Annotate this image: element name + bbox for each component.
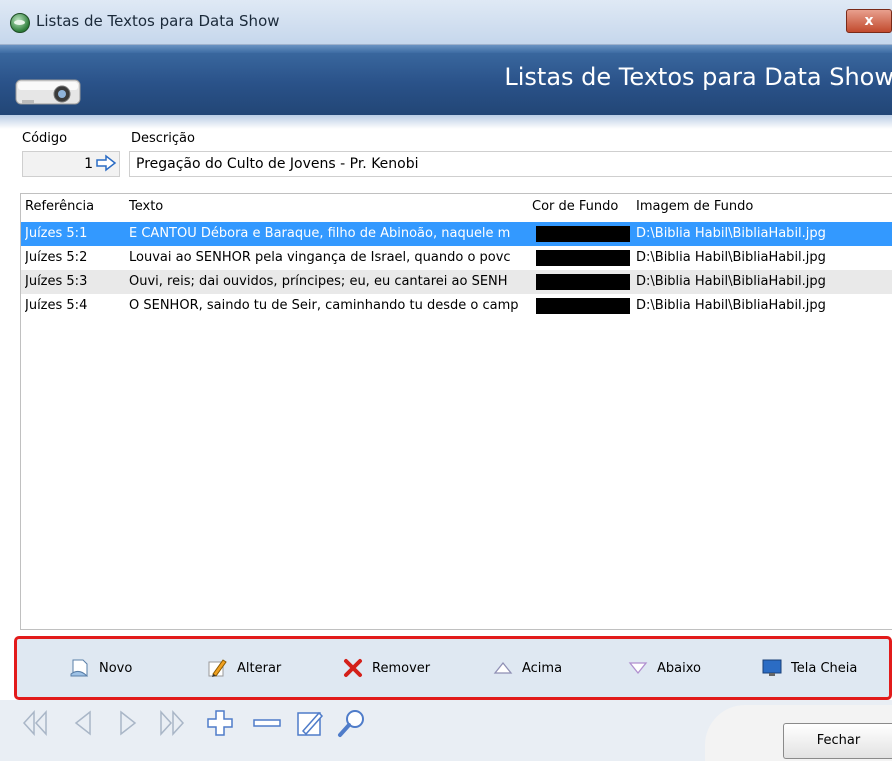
abaixo-button[interactable]: Abaixo: [627, 657, 701, 679]
remove-icon[interactable]: [251, 708, 283, 738]
acima-button[interactable]: Acima: [492, 657, 562, 679]
fechar-button[interactable]: Fechar: [783, 723, 892, 759]
cell-imagem-de-fundo: D:\Biblia Habil\BibliaHabil.jpg: [636, 226, 826, 241]
cell-texto: E CANTOU Débora e Baraque, filho de Abin…: [129, 226, 511, 241]
next-icon[interactable]: [115, 708, 141, 738]
title-bar: Listas de Textos para Data Show x: [0, 0, 892, 45]
remover-label: Remover: [372, 660, 431, 676]
action-toolbar: Novo Alterar Remover Acima Abaixo Tela C…: [14, 636, 892, 700]
cell-referencia: Juízes 5:4: [25, 298, 88, 313]
cell-imagem-de-fundo: D:\Biblia Habil\BibliaHabil.jpg: [636, 274, 826, 289]
novo-label: Novo: [99, 660, 133, 676]
alterar-label: Alterar: [237, 660, 282, 676]
edit-icon[interactable]: [295, 708, 325, 738]
abaixo-label: Abaixo: [657, 660, 701, 676]
cell-cor-de-fundo: [536, 250, 630, 266]
prior-icon[interactable]: [70, 708, 96, 738]
pencil-icon: [208, 659, 227, 677]
grid-header: Referência Texto Cor de Fundo Imagem de …: [21, 194, 892, 218]
text-list-grid[interactable]: Referência Texto Cor de Fundo Imagem de …: [20, 193, 892, 630]
table-row[interactable]: Juízes 5:2 Louvai ao SENHOR pela vinganç…: [21, 246, 892, 270]
column-header-referencia[interactable]: Referência: [25, 199, 94, 214]
descricao-label: Descrição: [131, 131, 195, 146]
column-header-imagem-de-fundo[interactable]: Imagem de Fundo: [636, 199, 753, 214]
cell-imagem-de-fundo: D:\Biblia Habil\BibliaHabil.jpg: [636, 298, 826, 313]
last-icon[interactable]: [155, 708, 187, 738]
cell-imagem-de-fundo: D:\Biblia Habil\BibliaHabil.jpg: [636, 250, 826, 265]
cell-referencia: Juízes 5:3: [25, 274, 88, 289]
monitor-icon: [762, 659, 782, 676]
banner-title: Listas de Textos para Data Show: [504, 63, 892, 91]
novo-button[interactable]: Novo: [69, 657, 132, 679]
cell-cor-de-fundo: [536, 274, 630, 290]
close-button[interactable]: x: [846, 9, 892, 33]
remover-button[interactable]: Remover: [342, 657, 430, 679]
triangle-down-icon: [628, 662, 648, 675]
table-row[interactable]: Juízes 5:3 Ouvi, reis; dai ouvidos, prín…: [21, 270, 892, 294]
projector-icon: [15, 79, 81, 105]
cell-cor-de-fundo: [536, 226, 630, 242]
column-header-cor-de-fundo[interactable]: Cor de Fundo: [532, 199, 618, 214]
codigo-label: Código: [22, 131, 68, 146]
codigo-field[interactable]: 1: [22, 151, 120, 177]
arrow-right-icon[interactable]: [95, 154, 117, 172]
header-banner: Listas de Textos para Data Show: [0, 45, 892, 115]
tela-cheia-label: Tela Cheia: [791, 660, 858, 676]
column-header-texto[interactable]: Texto: [129, 199, 163, 214]
new-document-icon: [70, 659, 89, 677]
alterar-button[interactable]: Alterar: [207, 657, 281, 679]
descricao-field[interactable]: Pregação do Culto de Jovens - Pr. Kenobi: [129, 151, 892, 177]
cell-texto: Ouvi, reis; dai ouvidos, príncipes; eu, …: [129, 274, 508, 289]
first-icon[interactable]: [20, 708, 52, 738]
cell-cor-de-fundo: [536, 298, 630, 314]
search-icon[interactable]: [337, 708, 367, 738]
tela-cheia-button[interactable]: Tela Cheia: [761, 657, 857, 679]
table-row[interactable]: Juízes 5:1 E CANTOU Débora e Baraque, fi…: [21, 222, 892, 246]
app-icon: [10, 13, 30, 33]
descricao-value: Pregação do Culto de Jovens - Pr. Kenobi: [136, 156, 419, 172]
window-title: Listas de Textos para Data Show: [36, 12, 280, 30]
triangle-up-icon: [493, 661, 513, 674]
codigo-value: 1: [84, 156, 93, 172]
acima-label: Acima: [522, 660, 563, 676]
cell-texto: Ó SENHOR, saindo tu de Seir, caminhando …: [129, 298, 519, 313]
cell-referencia: Juízes 5:2: [25, 250, 88, 265]
cell-referencia: Juízes 5:1: [25, 226, 88, 241]
add-icon[interactable]: [205, 708, 235, 738]
table-row[interactable]: Juízes 5:4 Ó SENHOR, saindo tu de Seir, …: [21, 294, 892, 318]
delete-x-icon: [344, 659, 362, 677]
cell-texto: Louvai ao SENHOR pela vingança de Israel…: [129, 250, 511, 265]
